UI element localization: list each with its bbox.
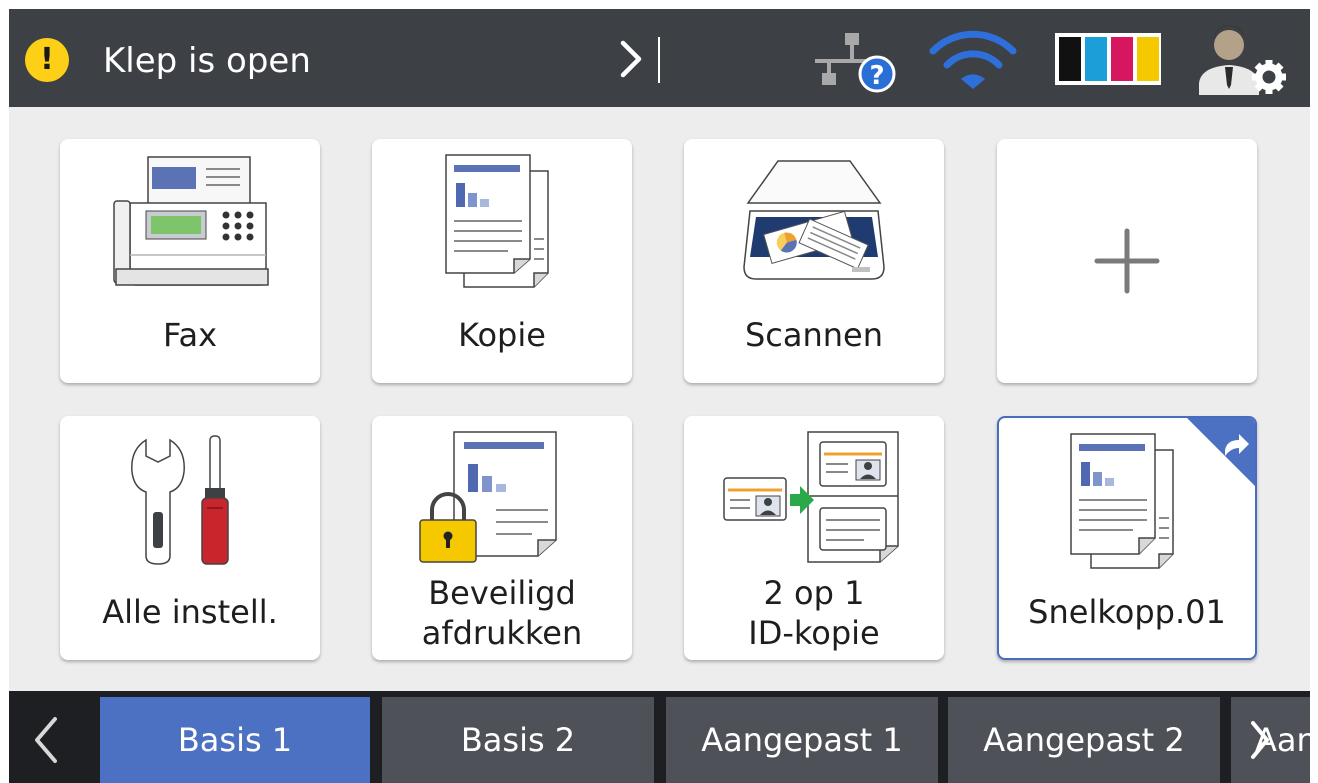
tile-label: Scannen <box>744 316 884 354</box>
tile-label-line2: ID-kopie <box>748 614 880 652</box>
ink-levels-icon[interactable] <box>1053 31 1163 87</box>
tab-aangepast-2[interactable]: Aangepast 2 <box>948 697 1220 783</box>
tile-label-line2: afdrukken <box>421 614 583 652</box>
tile-id-kopie[interactable]: 2 op 1 ID-kopie <box>684 416 944 660</box>
status-bar: ! Klep is open ? <box>9 9 1310 107</box>
tile-alle-instellingen[interactable]: Alle instell. <box>60 416 320 660</box>
network-help-icon[interactable]: ? <box>809 31 901 93</box>
id-copy-icon <box>723 431 899 563</box>
copy-documents-icon <box>445 154 549 288</box>
status-message[interactable]: Klep is open <box>103 41 311 81</box>
tab-bar: Basis 1 Basis 2 Aangepast 1 Aangepast 2 … <box>9 691 1310 783</box>
tile-scannen[interactable]: Scannen <box>684 139 944 383</box>
tile-fax[interactable]: Fax <box>60 139 320 383</box>
tile-kopie[interactable]: Kopie <box>372 139 632 383</box>
scanner-icon <box>743 160 885 280</box>
more-arrow-icon[interactable] <box>609 29 669 89</box>
tile-label: Snelkopp.01 <box>1028 593 1226 631</box>
tools-icon <box>131 435 229 565</box>
fax-machine-icon <box>113 156 269 286</box>
chevron-left-icon[interactable] <box>9 697 96 783</box>
tile-label: Fax <box>162 316 217 354</box>
chevron-right-icon <box>1251 721 1269 759</box>
tile-label-line1: 2 op 1 <box>763 574 865 612</box>
tab-basis-1[interactable]: Basis 1 <box>100 697 370 783</box>
tab-next-button[interactable]: Aan <box>1231 697 1310 783</box>
svg-text:?: ? <box>869 61 884 91</box>
tile-label: Alle instell. <box>102 593 278 631</box>
tab-basis-2[interactable]: Basis 2 <box>382 697 654 783</box>
tile-add-shortcut[interactable] <box>997 139 1257 383</box>
tile-snelkoppeling-01[interactable]: Snelkopp.01 <box>997 416 1257 660</box>
tile-beveiligd-afdrukken[interactable]: Beveiligd afdrukken <box>372 416 632 660</box>
shortcut-copy-icon <box>1070 418 1255 569</box>
tile-label-line1: Beveiligd <box>428 574 576 612</box>
tab-aangepast-1[interactable]: Aangepast 1 <box>666 697 938 783</box>
secure-print-icon <box>419 431 557 563</box>
wifi-icon[interactable] <box>927 27 1019 89</box>
plus-icon <box>1094 228 1160 294</box>
admin-settings-icon[interactable] <box>1189 25 1293 97</box>
tile-label: Kopie <box>458 316 546 354</box>
printer-home-screen: ! Klep is open ? Fax Kopie Scannen Alle … <box>9 9 1310 783</box>
warning-icon[interactable]: ! <box>25 38 69 82</box>
